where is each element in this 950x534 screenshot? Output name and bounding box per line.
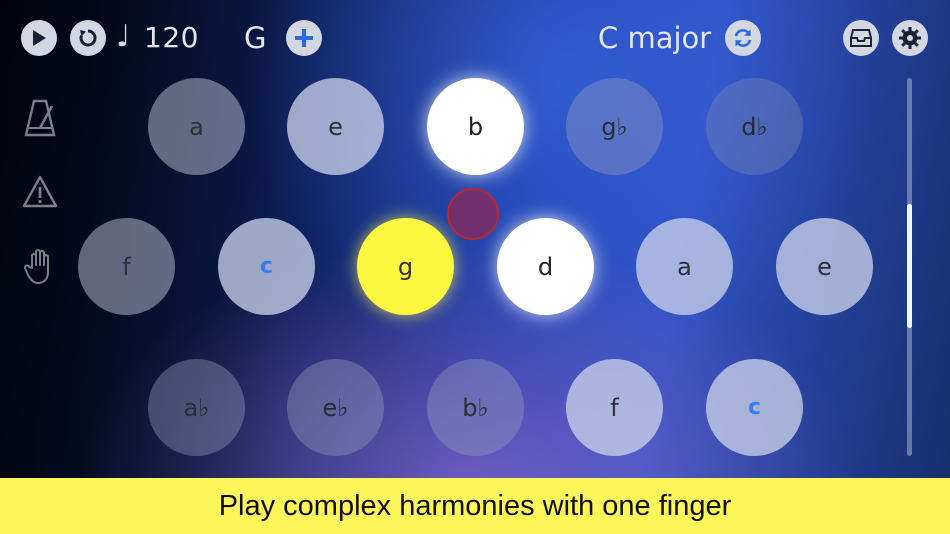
touch-marker — [447, 188, 499, 240]
note-label: c — [259, 254, 274, 279]
note-pad-a[interactable]: a — [148, 78, 245, 175]
instrument-stage: ♩ 120 G C major a e b g♭ d♭ f c g d a e … — [0, 0, 950, 478]
inbox-icon — [850, 29, 872, 47]
note-pad-d[interactable]: d — [497, 218, 594, 315]
inbox-button[interactable] — [843, 20, 879, 56]
note-label: c — [747, 395, 762, 420]
note-pad-e[interactable]: e — [776, 218, 873, 315]
promo-caption-bar: Play complex harmonies with one finger — [0, 478, 950, 534]
note-pad-b-flat[interactable]: b♭ — [427, 359, 524, 456]
top-toolbar: ♩ 120 G C major — [0, 0, 950, 76]
note-label: a — [189, 112, 204, 141]
note-pad-c-root[interactable]: c — [218, 218, 315, 315]
note-pad-f[interactable]: f — [78, 218, 175, 315]
tempo-value[interactable]: 120 — [144, 20, 199, 56]
note-pad-f[interactable]: f — [566, 359, 663, 456]
gear-icon — [899, 27, 921, 49]
change-scale-button[interactable] — [725, 20, 761, 56]
note-label: f — [610, 393, 619, 422]
note-pad-g-active[interactable]: g — [357, 218, 454, 315]
note-pad-e-flat[interactable]: e♭ — [287, 359, 384, 456]
note-label: a♭ — [183, 393, 210, 422]
note-pad-a-flat[interactable]: a♭ — [148, 359, 245, 456]
note-label: b♭ — [462, 393, 489, 422]
note-label: d — [537, 252, 554, 281]
volume-slider-thumb[interactable] — [907, 204, 912, 328]
add-button[interactable] — [286, 20, 322, 56]
refresh-icon — [734, 29, 752, 47]
note-pad-g-flat[interactable]: g♭ — [566, 78, 663, 175]
settings-button[interactable] — [892, 20, 928, 56]
note-pad-b[interactable]: b — [427, 78, 524, 175]
note-label: e — [328, 112, 343, 141]
note-label: b — [467, 112, 484, 141]
scale-label[interactable]: C major — [598, 20, 711, 56]
warning-icon[interactable] — [22, 172, 58, 212]
play-button[interactable] — [21, 20, 57, 56]
note-label: g — [397, 252, 414, 281]
note-label: d♭ — [741, 112, 768, 141]
hand-icon[interactable] — [22, 246, 58, 286]
note-label: e♭ — [322, 393, 349, 422]
note-label: a — [677, 252, 692, 281]
note-pad-c-root[interactable]: c — [706, 359, 803, 456]
metronome-icon[interactable] — [22, 98, 58, 138]
note-label: f — [122, 252, 131, 281]
key-root-label[interactable]: G — [244, 20, 266, 56]
note-pad-e[interactable]: e — [287, 78, 384, 175]
note-pad-a[interactable]: a — [636, 218, 733, 315]
tempo-note-icon: ♩ — [116, 19, 131, 54]
plus-icon — [295, 29, 313, 47]
reset-button[interactable] — [70, 20, 106, 56]
note-pad-d-flat[interactable]: d♭ — [706, 78, 803, 175]
promo-caption: Play complex harmonies with one finger — [218, 489, 732, 522]
reset-icon — [79, 29, 97, 47]
note-label: e — [817, 252, 832, 281]
note-label: g♭ — [601, 112, 628, 141]
play-icon — [33, 30, 46, 46]
